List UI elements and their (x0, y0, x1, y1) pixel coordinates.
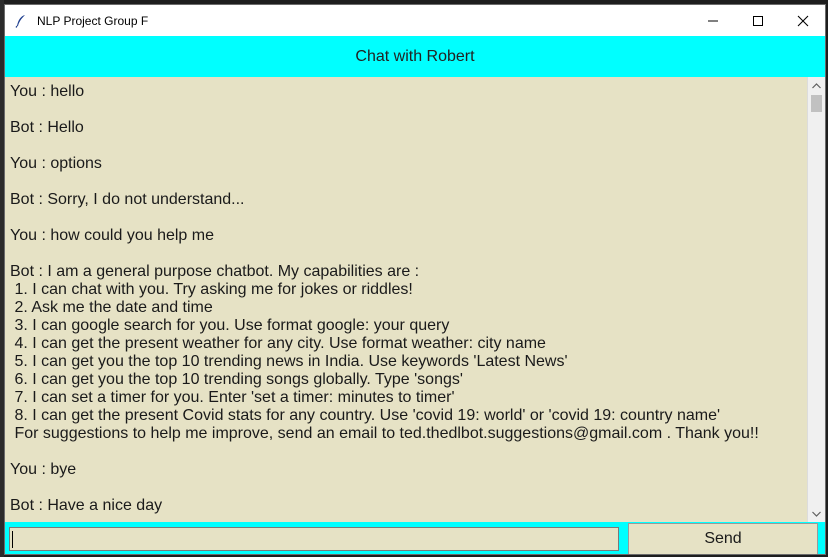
chat-message: You : how could you help me (10, 227, 214, 244)
message-input[interactable] (9, 527, 619, 551)
scroll-down-arrow-icon[interactable] (808, 505, 825, 522)
chat-message: Bot : Sorry, I do not understand... (10, 191, 245, 208)
window-controls (690, 5, 825, 36)
chat-message: Bot : Have a nice day (10, 497, 163, 514)
chat-title: Chat with Robert (355, 47, 475, 65)
minimize-button[interactable] (690, 5, 735, 36)
chat-transcript: You : hello Bot : Hello You : options Bot :… (5, 77, 807, 515)
input-bar: Send (5, 522, 825, 554)
maximize-icon (752, 15, 763, 26)
chat-message: Bot : I am a general purpose chatbot. My… (10, 263, 759, 442)
app-window: NLP Project Group F Chat with Robert You… (4, 4, 826, 555)
maximize-button[interactable] (735, 5, 780, 36)
chat-scrollbar[interactable] (807, 77, 825, 522)
feather-icon (14, 14, 28, 28)
scroll-thumb[interactable] (811, 95, 822, 112)
chat-message: You : hello (10, 83, 85, 100)
scroll-up-arrow-icon[interactable] (808, 77, 825, 94)
close-button[interactable] (780, 5, 825, 36)
chat-message: Bot : Hello (10, 119, 84, 136)
close-icon (797, 15, 808, 26)
chat-message: You : bye (10, 461, 77, 478)
chat-log[interactable]: You : hello Bot : Hello You : options Bot :… (5, 77, 807, 522)
window-title: NLP Project Group F (37, 13, 149, 28)
chat-header: Chat with Robert (5, 36, 825, 77)
chat-message: You : options (10, 155, 102, 172)
minimize-icon (707, 20, 718, 21)
send-button[interactable]: Send (628, 523, 818, 554)
text-caret (12, 531, 13, 548)
title-bar[interactable]: NLP Project Group F (5, 5, 825, 36)
